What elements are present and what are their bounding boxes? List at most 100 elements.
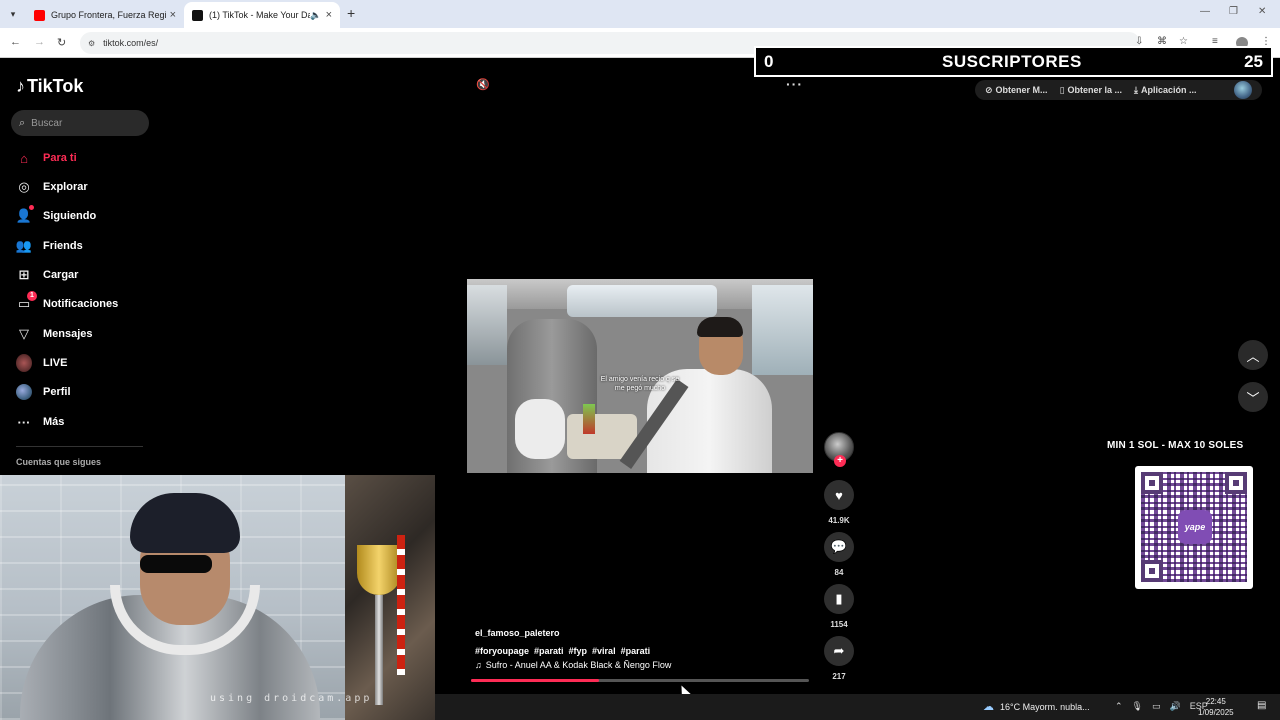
- yape-logo: yape: [1178, 510, 1212, 544]
- search-input[interactable]: [31, 117, 132, 129]
- tray-chevron-icon[interactable]: ⌃: [1115, 701, 1123, 712]
- forward-icon[interactable]: →: [34, 36, 45, 48]
- tab-title: Grupo Frontera, Fuerza Regida: [51, 10, 166, 20]
- notification-dot: [29, 205, 34, 210]
- sidebar-item-label: Perfil: [43, 386, 71, 398]
- music-track[interactable]: ♫ Sufro - Anuel AA & Kodak Black & Ñengo…: [475, 660, 805, 670]
- video-progress-bar[interactable]: [471, 679, 809, 682]
- subscribers-label: SUSCRIPTORES: [942, 52, 1082, 71]
- sidebar-item-siguiendo[interactable]: 👤 Siguiendo: [16, 205, 96, 227]
- close-window-icon[interactable]: ✕: [1258, 6, 1266, 17]
- tiktok-logo[interactable]: ♪ TikTok: [16, 76, 83, 97]
- more-options-icon[interactable]: ···: [786, 76, 803, 92]
- clock-time: 22:45: [1205, 697, 1226, 706]
- like-count: 41.9K: [828, 516, 850, 525]
- sidebar-item-explorar[interactable]: ◎ Explorar: [16, 176, 87, 198]
- next-video-button[interactable]: ﹀: [1238, 382, 1268, 412]
- weather-text: 16°C Mayorm. nubla...: [1000, 701, 1090, 712]
- hashtag[interactable]: #fyp: [569, 646, 588, 656]
- site-info-icon[interactable]: ⚙: [88, 39, 95, 48]
- restore-icon[interactable]: ❐: [1229, 6, 1238, 17]
- share-button[interactable]: ➦: [824, 636, 854, 666]
- person-icon: 👤: [16, 205, 34, 224]
- browser-tab-bar: ▾ Grupo Frontera, Fuerza Regida × (1) Ti…: [0, 0, 1280, 28]
- reload-icon[interactable]: ↻: [57, 36, 66, 49]
- system-tray: ⌃ 🎙 ▭ 🔊 ESP: [1115, 701, 1208, 712]
- hashtag[interactable]: #parati: [621, 646, 651, 656]
- sidebar-item-label: Más: [43, 416, 65, 428]
- sidebar-item-mas[interactable]: ··· Más: [16, 411, 65, 433]
- desktop-app-button[interactable]: ⤓ Aplicación ...: [1134, 85, 1197, 96]
- subscribers-goal: 25: [1244, 52, 1263, 71]
- speaker-icon[interactable]: 🔈: [310, 10, 321, 21]
- button-label: Obtener la ...: [1067, 85, 1123, 95]
- cloud-icon: ☁: [983, 701, 994, 713]
- tab-search-icon[interactable]: ▾: [5, 6, 21, 22]
- mute-icon[interactable]: 🔇: [476, 78, 490, 91]
- share-arrow-icon: ➦: [833, 643, 845, 658]
- heart-icon: ♥: [835, 487, 843, 503]
- sidebar-item-notificaciones[interactable]: ▭ 1 Notificaciones: [16, 291, 118, 315]
- weather-widget[interactable]: ☁ 16°C Mayorm. nubla...: [983, 700, 1090, 713]
- phone-icon: ▯: [1059, 84, 1065, 95]
- save-count: 1154: [830, 620, 848, 629]
- video-caption: El amigo venía recio q se me pegó mucho: [467, 375, 813, 393]
- sidebar-item-live[interactable]: LIVE: [16, 352, 67, 374]
- sidebar-item-para-ti[interactable]: ⌂ Para ti: [16, 147, 77, 169]
- caption-line: me pegó mucho: [614, 385, 666, 392]
- browser-tab-youtube[interactable]: Grupo Frontera, Fuerza Regida ×: [26, 2, 184, 28]
- hashtag[interactable]: #viral: [592, 646, 616, 656]
- url-text: tiktok.com/es/: [103, 38, 159, 48]
- tab-title: (1) TikTok - Make Your Day: [209, 10, 311, 20]
- donation-text: MIN 1 SOL - MAX 10 SOLES: [1107, 440, 1244, 451]
- comment-count: 84: [834, 568, 844, 577]
- new-tab-icon[interactable]: +: [347, 5, 355, 21]
- video-player[interactable]: El amigo venía recio q se me pegó mucho: [467, 279, 813, 473]
- comment-button[interactable]: 💬: [824, 532, 854, 562]
- youtube-icon: [34, 9, 45, 21]
- caption-line: El amigo venía recio q se: [600, 376, 680, 383]
- sidebar-item-mensajes[interactable]: ▽ Mensajes: [16, 323, 93, 345]
- previous-video-button[interactable]: ︿: [1238, 340, 1268, 370]
- streamer-hair: [130, 493, 240, 553]
- microphone-icon[interactable]: 🎙: [1132, 701, 1143, 712]
- following-heading: Cuentas que sigues: [16, 457, 102, 467]
- sidebar-item-perfil[interactable]: Perfil: [16, 381, 71, 403]
- save-button[interactable]: ▮: [824, 584, 854, 614]
- get-app-button[interactable]: ▯ Obtener la ...: [1060, 85, 1122, 96]
- follow-plus-icon[interactable]: +: [834, 455, 846, 467]
- more-icon: ···: [17, 414, 31, 430]
- webcam-overlay: using droidcam.app: [0, 475, 435, 720]
- volume-icon[interactable]: 🔊: [1170, 701, 1181, 712]
- notifications-icon[interactable]: ▤: [1257, 700, 1266, 711]
- get-coins-button[interactable]: ⊘ Obtener M...: [985, 85, 1048, 96]
- minimize-icon[interactable]: —: [1200, 6, 1210, 17]
- close-tab-icon[interactable]: ×: [326, 9, 332, 21]
- sidebar-item-label: Cargar: [43, 269, 79, 281]
- comment-icon: 💬: [830, 539, 848, 554]
- button-label: Obtener M...: [995, 85, 1048, 95]
- browser-tab-tiktok[interactable]: (1) TikTok - Make Your Day 🔈 ×: [184, 2, 340, 28]
- clock[interactable]: 22:45 1/09/2025: [1198, 696, 1234, 718]
- chevron-down-icon: ﹀: [1246, 390, 1260, 406]
- share-count: 217: [832, 672, 846, 681]
- coin-icon: ⊘: [985, 84, 993, 95]
- sidebar-item-friends[interactable]: 👥 Friends: [16, 235, 83, 257]
- search-box[interactable]: ⌕: [11, 110, 149, 136]
- windows-taskbar: ☁ 16°C Mayorm. nubla... ⌃ 🎙 ▭ 🔊 ESP 22:4…: [435, 694, 1280, 720]
- notification-badge: 1: [27, 291, 37, 301]
- home-icon: ⌂: [20, 150, 28, 166]
- video-author[interactable]: el_famoso_paletero: [475, 628, 805, 638]
- close-tab-icon[interactable]: ×: [170, 9, 176, 21]
- video-progress-fill: [471, 679, 600, 682]
- back-icon[interactable]: ←: [10, 36, 21, 48]
- network-icon[interactable]: ▭: [1152, 701, 1161, 712]
- sidebar-item-label: Para ti: [43, 152, 77, 164]
- video-info: el_famoso_paletero #foryoupage #parati #…: [475, 628, 805, 670]
- hashtag[interactable]: #parati: [534, 646, 564, 656]
- subscribers-current: 0: [764, 52, 774, 71]
- sidebar-item-cargar[interactable]: ⊞ Cargar: [16, 264, 79, 286]
- like-button[interactable]: ♥: [824, 480, 854, 510]
- hashtag[interactable]: #foryoupage: [475, 646, 529, 656]
- user-avatar[interactable]: [1234, 81, 1252, 99]
